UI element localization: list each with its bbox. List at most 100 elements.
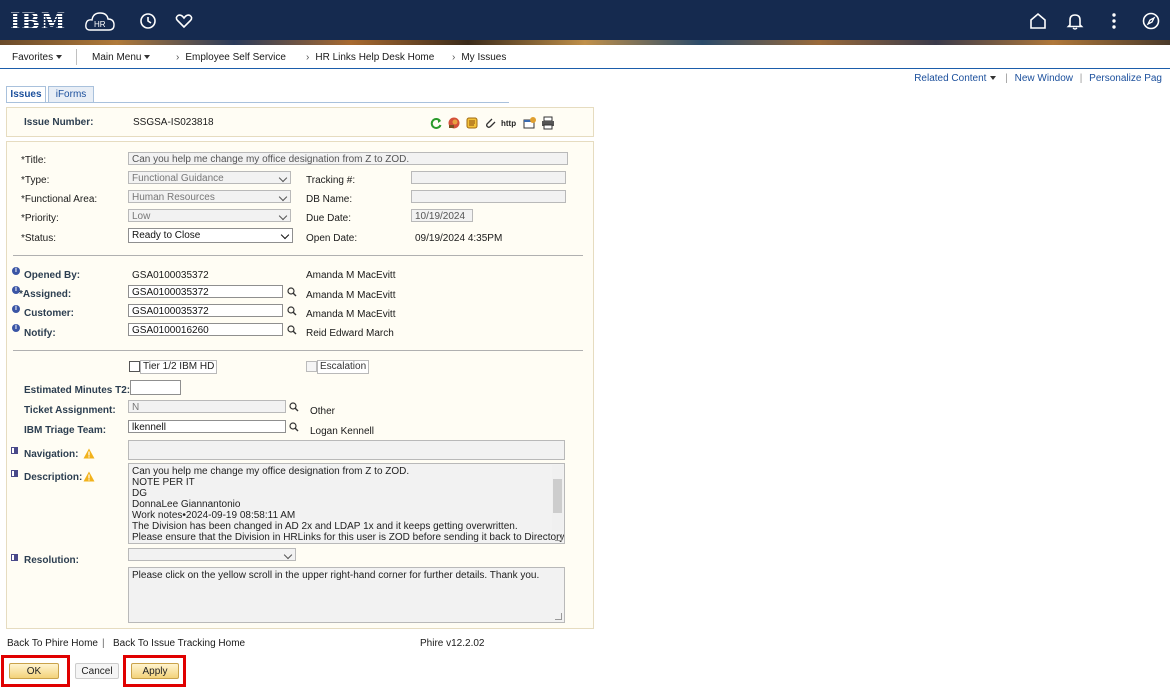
chevron-down-icon: [990, 76, 997, 81]
open-date-label: Open Date:: [306, 233, 358, 244]
notify-label: Notify:: [24, 328, 56, 339]
navigation-label: Navigation:: [24, 449, 79, 460]
description-line: Please ensure that the Division in HRLin…: [132, 532, 565, 543]
book-icon[interactable]: [10, 469, 19, 478]
tools-icon[interactable]: [447, 116, 461, 130]
status-value: Ready to Close: [132, 230, 201, 241]
description-line: Can you help me change my office designa…: [132, 466, 410, 477]
navigation-field[interactable]: [128, 440, 565, 460]
cancel-button[interactable]: Cancel: [75, 663, 119, 679]
chevron-down-icon: [56, 55, 63, 60]
info-icon[interactable]: i: [12, 267, 20, 275]
ticket-assignment-desc: Other: [310, 406, 336, 417]
chevron-down-icon: [278, 192, 288, 202]
related-content-menu[interactable]: Related Content: [912, 73, 998, 84]
priority-select[interactable]: Low: [128, 209, 291, 222]
compass-icon[interactable]: [1140, 10, 1162, 32]
scrollbar-thumb[interactable]: [553, 479, 562, 513]
section-divider: [13, 255, 583, 256]
highlight-box-ok: [1, 655, 70, 687]
breadcrumb-my-issues[interactable]: › My Issues: [452, 52, 506, 63]
info-icon[interactable]: i: [12, 305, 20, 313]
new-window-link[interactable]: New Window: [1015, 73, 1073, 84]
assigned-name: Amanda M MacEvitt: [306, 290, 396, 301]
escalation-checkbox[interactable]: [306, 361, 317, 372]
search-icon[interactable]: [289, 422, 299, 432]
hr-links-logo[interactable]: HR: [84, 10, 116, 34]
description-scrollbar[interactable]: [552, 465, 563, 531]
resize-grip-icon[interactable]: [555, 613, 562, 620]
customer-label: Customer:: [24, 308, 75, 319]
resolution-textarea[interactable]: Please click on the yellow scroll in the…: [128, 567, 565, 623]
main-menu[interactable]: Main Menu: [92, 52, 151, 63]
issue-header: Issue Number: SSGSA-IS023818 http: [6, 107, 594, 137]
description-line: The Division has been changed in AD 2x a…: [132, 521, 518, 532]
breadcrumb-arrow-icon: ›: [306, 52, 310, 63]
customer-field[interactable]: GSA0100035372: [128, 304, 283, 317]
svg-text:http: http: [501, 119, 516, 128]
search-icon[interactable]: [289, 402, 299, 412]
tracking-field[interactable]: [411, 171, 566, 184]
priority-label: *Priority:: [21, 213, 59, 224]
title-label: *Title:: [21, 155, 47, 166]
breadcrumb-employee-self-service[interactable]: › Employee Self Service: [176, 52, 286, 63]
issue-number-label: Issue Number:: [24, 117, 94, 128]
due-date-field[interactable]: 10/19/2024: [411, 209, 473, 222]
description-line: DonnaLee Giannantonio: [132, 499, 241, 510]
search-icon[interactable]: [287, 287, 297, 297]
back-to-phire-home-link[interactable]: Back To Phire Home: [7, 638, 98, 649]
estimated-minutes-field[interactable]: [130, 380, 181, 395]
due-date-label: Due Date:: [306, 213, 352, 224]
ticket-assignment-field[interactable]: N: [128, 400, 286, 413]
db-name-field[interactable]: [411, 190, 566, 203]
functional-area-select[interactable]: Human Resources: [128, 190, 291, 203]
status-select[interactable]: Ready to Close: [128, 228, 293, 243]
chevron-down-icon: [278, 211, 288, 221]
functional-area-label: *Functional Area:: [21, 194, 98, 205]
info-icon[interactable]: i: [12, 324, 20, 332]
settings-window-icon[interactable]: [523, 116, 537, 130]
http-link-icon[interactable]: http: [501, 116, 519, 130]
book-icon[interactable]: [10, 553, 19, 562]
resolution-select[interactable]: [128, 548, 296, 561]
clock-icon[interactable]: [137, 10, 159, 32]
description-label: Description:: [24, 472, 83, 483]
description-textarea[interactable]: Can you help me change my office designa…: [128, 463, 565, 544]
scroll-notes-icon[interactable]: [465, 116, 479, 130]
resize-grip-icon[interactable]: [555, 534, 562, 541]
breadcrumb-arrow-icon: ›: [452, 52, 456, 63]
more-vertical-icon[interactable]: [1103, 10, 1125, 32]
favorites-menu[interactable]: Favorites: [12, 52, 63, 63]
title-field[interactable]: Can you help me change my office designa…: [128, 152, 568, 165]
attachment-icon[interactable]: [483, 116, 497, 130]
tab-issues[interactable]: Issues: [6, 86, 46, 103]
home-icon[interactable]: [1027, 10, 1049, 32]
issue-form-panel: *Title: Can you help me change my office…: [6, 141, 594, 629]
main-menu-label: Main Menu: [92, 52, 142, 63]
triage-team-field[interactable]: lkennell: [128, 420, 286, 433]
ibm-logo[interactable]: IBM: [10, 9, 66, 35]
tier-checkbox[interactable]: [129, 361, 140, 372]
assigned-label: *Assigned:: [19, 289, 72, 300]
book-icon[interactable]: [10, 446, 19, 455]
resolution-text: Please click on the yellow scroll in the…: [132, 570, 540, 581]
triage-team-desc: Logan Kennell: [310, 426, 374, 437]
nav-divider: [76, 49, 77, 65]
print-icon[interactable]: [541, 116, 555, 130]
notify-field[interactable]: GSA0100016260: [128, 323, 283, 336]
search-icon[interactable]: [287, 325, 297, 335]
tab-iforms[interactable]: iForms: [48, 86, 94, 103]
description-line: Work notes•2024-09-19 08:58:11 AM: [132, 510, 296, 521]
type-select[interactable]: Functional Guidance: [128, 171, 291, 184]
functional-area-value: Human Resources: [132, 192, 215, 203]
breadcrumb-hr-links-help-desk-home[interactable]: › HR Links Help Desk Home: [306, 52, 434, 63]
heart-icon[interactable]: [173, 10, 195, 32]
assigned-field[interactable]: GSA0100035372: [128, 285, 283, 298]
chevron-down-icon: [144, 55, 151, 60]
back-to-issue-tracking-link[interactable]: Back To Issue Tracking Home: [113, 638, 245, 649]
bell-icon[interactable]: [1064, 10, 1086, 32]
refresh-icon[interactable]: [429, 116, 443, 130]
personalize-page-link[interactable]: Personalize Pag: [1089, 73, 1162, 84]
search-icon[interactable]: [287, 306, 297, 316]
top-header: IBM HR: [0, 0, 1170, 44]
